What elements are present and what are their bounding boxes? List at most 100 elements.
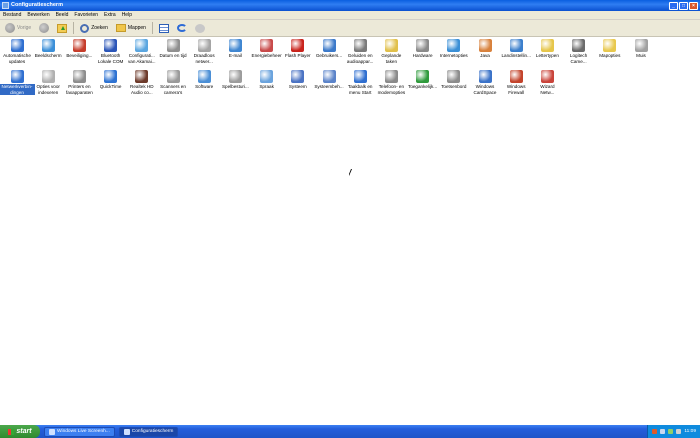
back-button[interactable]: Vorige xyxy=(3,22,33,35)
control-panel-item[interactable]: Beeldscherm xyxy=(32,38,64,66)
control-panel-item[interactable]: Java xyxy=(469,38,501,66)
views-icon xyxy=(158,23,169,33)
close-button[interactable]: × xyxy=(689,1,698,10)
applet-icon xyxy=(478,39,492,52)
tray-icon[interactable] xyxy=(668,429,674,434)
tray-icon[interactable] xyxy=(660,429,666,434)
control-panel-item[interactable]: Hardware xyxy=(407,38,439,66)
search-label: Zoeken xyxy=(91,25,108,31)
forward-button[interactable] xyxy=(37,22,51,35)
toolbar-separator xyxy=(151,22,153,34)
applet-icon xyxy=(572,39,586,52)
applet-icon xyxy=(416,70,430,83)
control-panel-item[interactable]: Systeembeh... xyxy=(313,69,345,97)
search-button[interactable]: Zoeken xyxy=(78,22,110,35)
applet-icon xyxy=(41,70,55,83)
taskbar-button-screenshot[interactable]: Windows Live Screenh... xyxy=(44,426,115,437)
control-panel-item[interactable]: Opties voor indexeren xyxy=(32,69,64,97)
applet-icon xyxy=(72,39,86,52)
applet-icon xyxy=(166,70,180,83)
control-panel-item[interactable]: Landinstellin... xyxy=(500,38,532,66)
menu-favorites[interactable]: Favorieten xyxy=(74,12,98,18)
applet-icon xyxy=(197,70,211,83)
folders-button[interactable]: Mappen xyxy=(114,22,148,35)
control-panel-item[interactable]: Logitech Came... xyxy=(563,38,595,66)
applet-icon xyxy=(166,39,180,52)
control-panel-item[interactable]: Bluetooth Lokale COM xyxy=(95,38,127,66)
tray-icon[interactable] xyxy=(676,429,682,434)
menu-tools[interactable]: Extra xyxy=(104,12,116,18)
up-folder-button[interactable] xyxy=(55,22,69,35)
control-panel-item[interactable]: Energiebeheer xyxy=(251,38,283,66)
start-button[interactable]: start xyxy=(0,425,40,438)
applet-icon xyxy=(634,39,648,52)
applet-icon xyxy=(384,70,398,83)
folder-up-icon xyxy=(57,23,68,33)
delete-button[interactable] xyxy=(193,22,207,35)
applet-icon xyxy=(72,70,86,83)
folders-label: Mappen xyxy=(127,25,146,31)
applet-icon xyxy=(10,70,24,83)
control-panel-item[interactable]: E-mail xyxy=(219,38,251,66)
control-panel-item[interactable]: Netwerkverbin- dingen xyxy=(0,69,35,97)
control-panel-item[interactable]: Windows CardSpace xyxy=(469,69,501,97)
control-panel-item[interactable]: Toegankelijk... xyxy=(407,69,439,97)
task-label: Windows Live Screenh... xyxy=(57,429,110,434)
control-panel-item[interactable]: Internetopties xyxy=(438,38,470,66)
control-panel-item[interactable]: Datum en tijd xyxy=(157,38,189,66)
control-panel-item[interactable]: Flash Player xyxy=(282,38,314,66)
applet-icon xyxy=(603,39,617,52)
applet-icon xyxy=(416,39,430,52)
control-panel-item[interactable]: Lettertypen xyxy=(531,38,563,66)
control-panel-item[interactable]: Spraak xyxy=(251,69,283,97)
menu-edit[interactable]: Bewerken xyxy=(27,12,49,18)
control-panel-item[interactable]: Realtek HD Audio co... xyxy=(126,69,158,97)
taskbar-button-control-panel[interactable]: Configuratiescherm xyxy=(118,426,179,437)
control-panel-item[interactable]: Configurati... van Akamai... xyxy=(126,38,158,66)
window-title: Configuratiescherm xyxy=(11,2,63,8)
control-panel-item[interactable]: Gebruikers... xyxy=(313,38,345,66)
app-icon xyxy=(49,428,55,435)
applet-icon xyxy=(322,70,336,83)
views-button[interactable] xyxy=(157,22,171,35)
menu-help[interactable]: Help xyxy=(122,12,132,18)
control-panel-item[interactable]: Spelbesturi... xyxy=(219,69,251,97)
mouse-cursor-icon xyxy=(349,169,352,176)
taskbar: start Windows Live Screenh... Configurat… xyxy=(0,425,700,438)
applet-icon xyxy=(135,39,149,52)
control-panel-item[interactable]: Windows Firewall xyxy=(500,69,532,97)
control-panel-item[interactable]: Printers en faxapparaten xyxy=(63,69,95,97)
control-panel-item[interactable]: Systeem xyxy=(282,69,314,97)
undo-button[interactable] xyxy=(175,22,189,35)
tray-icon[interactable] xyxy=(652,429,658,434)
menu-file[interactable]: Bestand xyxy=(3,12,21,18)
forward-arrow-icon xyxy=(39,23,50,33)
control-panel-item[interactable]: Muis xyxy=(625,38,657,66)
control-panel-item[interactable]: Automatische updates xyxy=(1,38,33,66)
control-panel-item[interactable]: Wizard Netw... xyxy=(531,69,563,97)
toolbar-separator xyxy=(73,22,75,34)
minimize-button[interactable]: _ xyxy=(669,1,678,10)
control-panel-item[interactable]: Telefoon- en modemopties xyxy=(375,69,407,97)
system-tray: 11:09 xyxy=(647,425,700,438)
control-panel-item[interactable]: Software xyxy=(188,69,220,97)
control-panel-item[interactable]: Beveiliging... xyxy=(63,38,95,66)
applet-icon xyxy=(384,39,398,52)
control-panel-item[interactable]: Geluiden en audioappar... xyxy=(344,38,376,66)
delete-icon xyxy=(194,23,205,33)
control-panel-item[interactable]: Taakbalk en menu Start xyxy=(344,69,376,97)
menu-view[interactable]: Beeld xyxy=(56,12,69,18)
control-panel-item[interactable]: Draadloos netwer... xyxy=(188,38,220,66)
control-panel-item[interactable]: QuickTime xyxy=(95,69,127,97)
control-panel-item[interactable]: Scanners en camera's xyxy=(157,69,189,97)
start-label: start xyxy=(16,428,32,435)
control-panel-item[interactable]: Toetsenbord xyxy=(438,69,470,97)
applet-icon xyxy=(260,39,274,52)
control-panel-item[interactable]: Geplande taken xyxy=(375,38,407,66)
maximize-button[interactable]: □ xyxy=(679,1,688,10)
clock: 11:09 xyxy=(684,429,696,434)
applet-icon xyxy=(353,70,367,83)
applet-icon xyxy=(322,39,336,52)
menu-bar: Bestand Bewerken Beeld Favorieten Extra … xyxy=(0,11,700,20)
control-panel-item[interactable]: Mapopties xyxy=(594,38,626,66)
